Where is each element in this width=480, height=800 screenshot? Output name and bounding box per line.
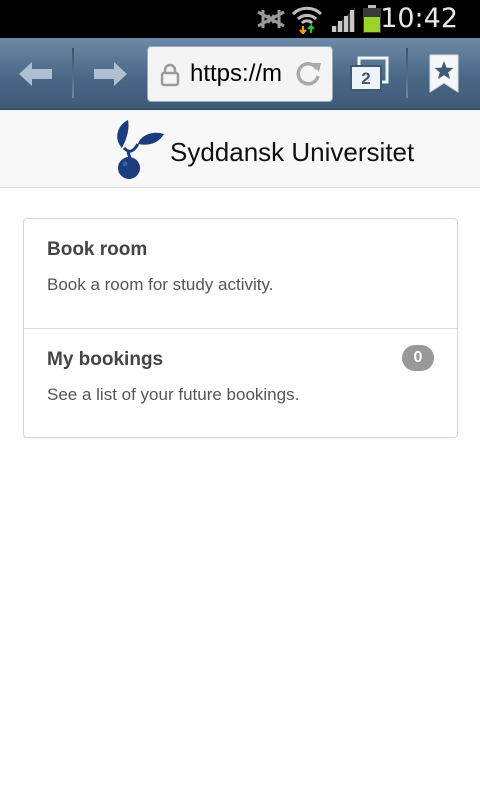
bookmark-star-icon: [429, 54, 459, 93]
my-bookings-item[interactable]: My bookings See a list of your future bo…: [24, 328, 457, 437]
my-bookings-title: My bookings: [47, 349, 164, 370]
tabs-icon: 2: [347, 54, 393, 94]
book-room-item[interactable]: Book room Book a room for study activity…: [24, 219, 457, 328]
url-text[interactable]: https://m: [190, 47, 294, 101]
browser-toolbar: https://m 2: [0, 38, 480, 110]
tab-count: 2: [361, 69, 371, 88]
sdu-logo-icon[interactable]: [106, 118, 166, 184]
book-room-title: Book room: [47, 239, 148, 260]
my-bookings-description: See a list of your future bookings.: [47, 385, 300, 404]
site-header: Syddansk Universitet: [0, 110, 480, 188]
book-room-description: Book a room for study activity.: [47, 275, 274, 294]
back-button[interactable]: [0, 38, 72, 110]
lock-icon: [160, 63, 180, 91]
site-name[interactable]: Syddansk Universitet: [170, 110, 414, 188]
nfc-muted-icon: [254, 0, 288, 38]
signal-icon: [328, 0, 358, 38]
forward-button[interactable]: [74, 38, 146, 110]
menu-list: Book room Book a room for study activity…: [23, 218, 458, 438]
status-bar: 10:42: [0, 0, 480, 38]
url-bar[interactable]: https://m: [147, 46, 333, 102]
refresh-icon[interactable]: [294, 60, 322, 92]
forward-arrow-icon: [94, 62, 127, 86]
bookmarks-button[interactable]: [408, 38, 480, 110]
wifi-icon: [290, 0, 324, 38]
tabs-button[interactable]: 2: [334, 38, 406, 110]
back-arrow-icon: [19, 62, 52, 86]
status-time: 10:42: [380, 3, 458, 34]
bookings-count-badge: 0: [402, 345, 434, 371]
